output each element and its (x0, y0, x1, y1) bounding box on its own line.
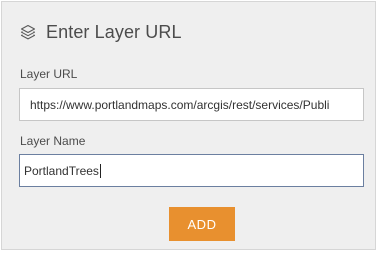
layers-icon (19, 23, 37, 41)
layer-name-label: Layer Name (20, 134, 86, 148)
layer-url-value: https://www.portlandmaps.com/arcgis/rest… (30, 97, 330, 112)
layer-url-input[interactable]: https://www.portlandmaps.com/arcgis/rest… (19, 88, 364, 121)
layer-url-label: Layer URL (20, 67, 78, 81)
layer-name-value: PortlandTrees (24, 163, 99, 178)
add-button[interactable]: ADD (169, 207, 235, 241)
panel-header: Enter Layer URL (19, 20, 182, 44)
layer-name-input[interactable]: PortlandTrees (19, 154, 364, 187)
text-caret (99, 163, 101, 178)
panel-title: Enter Layer URL (46, 21, 182, 42)
enter-layer-url-panel: Enter Layer URL Layer URL https://www.po… (1, 1, 376, 250)
